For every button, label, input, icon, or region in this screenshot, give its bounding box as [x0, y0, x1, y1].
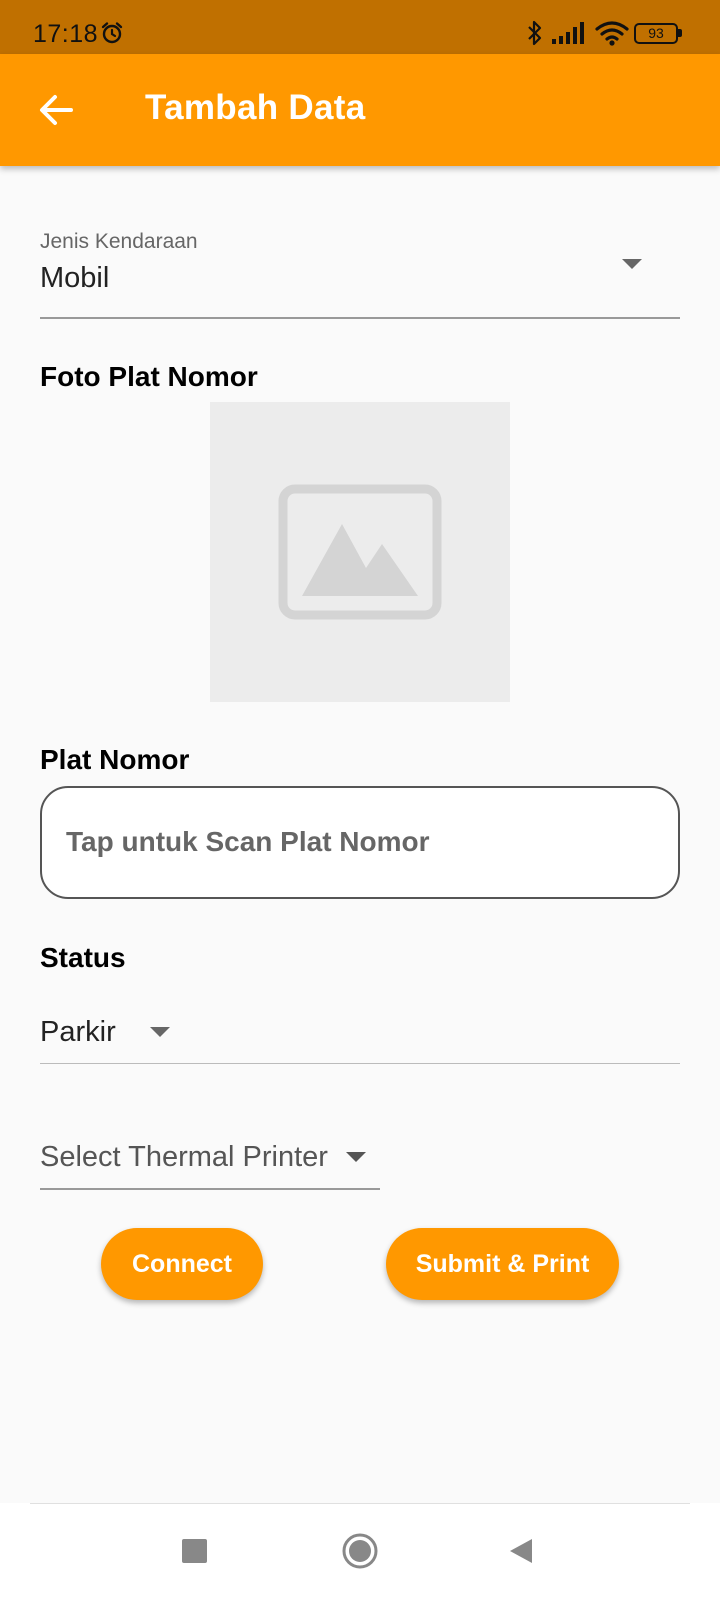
bluetooth-icon: [528, 20, 542, 46]
recents-icon[interactable]: [182, 1539, 207, 1563]
plate-scan-field[interactable]: Tap untuk Scan Plat Nomor: [40, 786, 680, 899]
battery-icon: 93: [634, 23, 678, 44]
nav-divider: [30, 1503, 690, 1504]
image-placeholder-icon: [278, 484, 442, 620]
app-bar: Tambah Data: [0, 54, 720, 166]
battery-level: 93: [648, 25, 664, 41]
plate-section-label: Plat Nomor: [40, 744, 190, 775]
signal-icon: [552, 22, 584, 44]
status-section-label: Status: [40, 942, 126, 973]
navigation-bar: [0, 1503, 720, 1600]
chevron-down-icon: [622, 259, 642, 269]
status-value: Parkir: [40, 1016, 116, 1048]
vehicle-type-underline: [40, 317, 680, 319]
page-title: Tambah Data: [145, 88, 366, 127]
arrow-left-icon: [40, 95, 73, 125]
vehicle-type-label: Jenis Kendaraan: [40, 230, 198, 253]
status-bar: 17:18 93: [0, 0, 720, 54]
wifi-icon: [595, 21, 629, 46]
alarm-icon: [101, 22, 123, 44]
chevron-down-icon: [150, 1027, 170, 1037]
back-button[interactable]: [26, 80, 86, 140]
status-underline: [40, 1063, 680, 1064]
chevron-down-icon: [346, 1152, 366, 1162]
photo-section-label: Foto Plat Nomor: [40, 361, 258, 392]
home-icon[interactable]: [342, 1533, 378, 1569]
back-icon[interactable]: [508, 1537, 534, 1565]
submit-print-button[interactable]: Submit & Print: [386, 1228, 619, 1300]
connect-button[interactable]: Connect: [101, 1228, 263, 1300]
plate-photo[interactable]: [210, 402, 510, 702]
printer-placeholder: Select Thermal Printer: [40, 1141, 328, 1173]
plate-scan-placeholder: Tap untuk Scan Plat Nomor: [66, 826, 430, 857]
status-time: 17:18: [33, 20, 99, 48]
battery-tip: [678, 29, 682, 37]
vehicle-type-value: Mobil: [40, 262, 110, 294]
printer-underline: [40, 1188, 380, 1190]
